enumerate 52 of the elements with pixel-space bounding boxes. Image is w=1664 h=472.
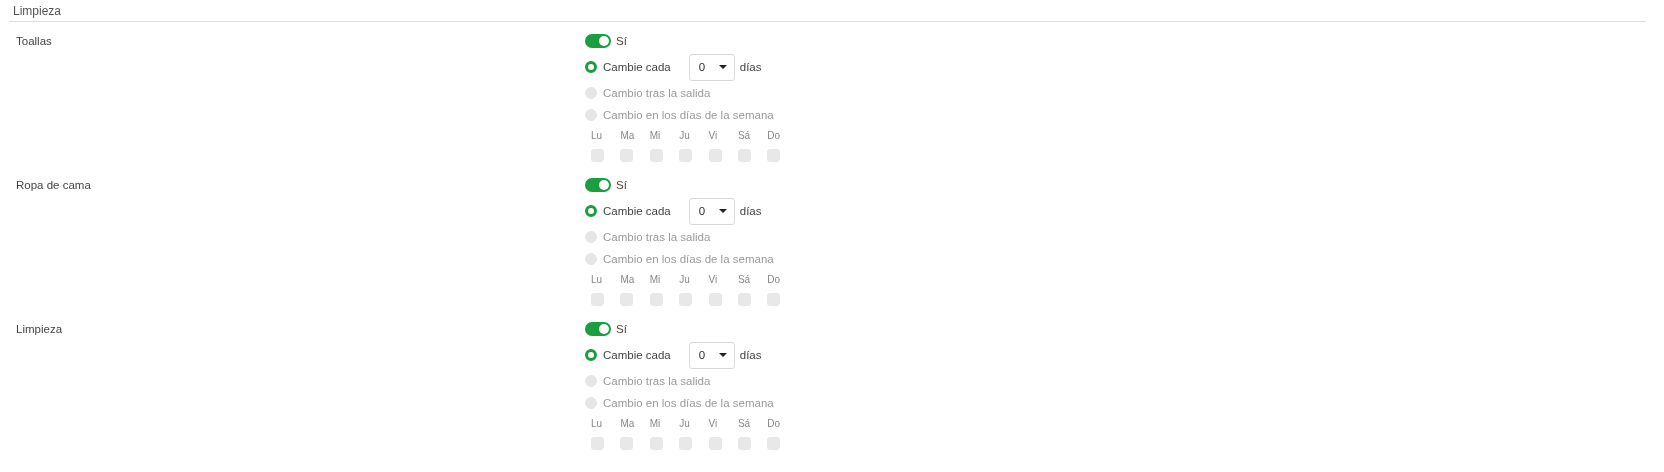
toggle-label: Sí [616, 323, 627, 335]
day-label: Do [767, 417, 782, 429]
option-label: Cambio en los días de la semana [603, 397, 774, 409]
day-label: Do [767, 129, 782, 141]
unit-label: días [739, 205, 762, 217]
setting-label: Limpieza [16, 323, 63, 335]
option-label: Cambio en los días de la semana [603, 109, 774, 121]
radio-button[interactable] [585, 61, 597, 73]
day-label: Lu [591, 417, 604, 429]
day-label: Ma [620, 129, 636, 141]
day-label: Ju [679, 129, 691, 141]
number-dropdown[interactable]: 0 [688, 341, 735, 369]
caret-icon [718, 209, 727, 213]
toggle-label: Sí [616, 179, 627, 191]
day-label: Mi [649, 129, 662, 141]
toggle-switch[interactable] [585, 34, 611, 48]
unit-label: días [739, 61, 762, 73]
day-label: Vi [708, 129, 719, 141]
setting-label: Ropa de cama [16, 179, 91, 191]
day-label: Lu [591, 273, 604, 285]
day-label: Sá [737, 273, 752, 285]
option-label: Cambie cada [603, 61, 671, 73]
number-dropdown[interactable]: 0 [688, 53, 735, 81]
option-label: Cambio tras la salida [603, 231, 711, 243]
section-title: Limpieza [13, 3, 62, 18]
caret-icon [718, 353, 727, 357]
unit-label: días [739, 349, 762, 361]
day-label: Sá [737, 417, 752, 429]
toggle-label: Sí [616, 35, 627, 47]
radio-button[interactable] [585, 205, 597, 217]
number-dropdown[interactable]: 0 [688, 197, 735, 225]
day-label: Ma [620, 273, 636, 285]
day-label: Ju [679, 273, 691, 285]
day-label: Sá [737, 129, 752, 141]
day-label: Mi [649, 417, 662, 429]
day-label: Ma [620, 417, 636, 429]
option-label: Cambie cada [603, 205, 671, 217]
toggle-switch[interactable] [585, 322, 611, 336]
setting-label: Toallas [16, 35, 52, 47]
day-label: Vi [708, 417, 719, 429]
caret-icon [718, 65, 727, 69]
option-label: Cambio tras la salida [603, 375, 711, 387]
option-label: Cambio en los días de la semana [603, 253, 774, 265]
day-label: Mi [649, 273, 662, 285]
day-label: Vi [708, 273, 719, 285]
toggle-switch[interactable] [585, 178, 611, 192]
day-label: Lu [591, 129, 604, 141]
radio-button[interactable] [585, 349, 597, 361]
day-label: Ju [679, 417, 691, 429]
day-label: Do [767, 273, 782, 285]
option-label: Cambio tras la salida [603, 87, 711, 99]
option-label: Cambie cada [603, 349, 671, 361]
